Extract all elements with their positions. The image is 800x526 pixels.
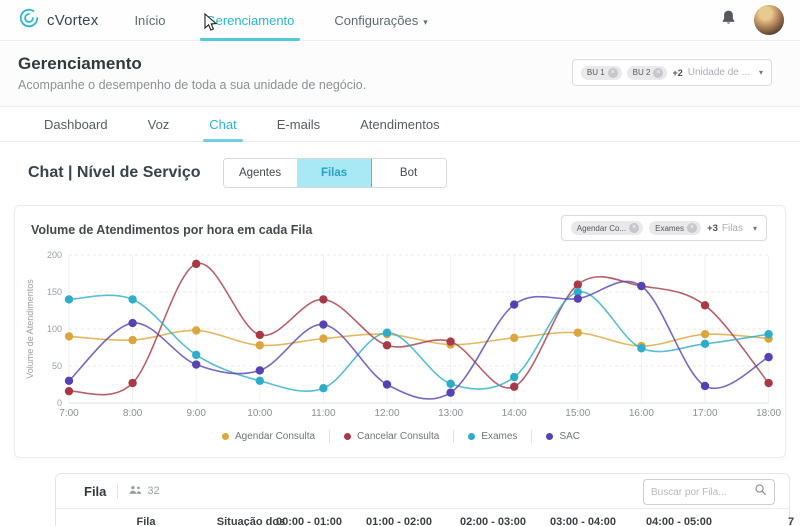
svg-text:14:00: 14:00 — [502, 408, 527, 419]
view-toggle-group: Agentes Filas Bot — [223, 158, 447, 188]
column-header: 02:00 - 03:00 — [460, 516, 526, 526]
tab-voz[interactable]: Voz — [132, 109, 186, 141]
tab-dashboard[interactable]: Dashboard — [28, 109, 124, 141]
brand-name: cVortex — [47, 12, 98, 29]
bu-chip: BU 2 × — [627, 66, 668, 80]
legend-item[interactable]: Exames — [454, 431, 531, 442]
chevron-down-icon: ▾ — [759, 68, 763, 77]
nav-item-gerenciamento[interactable]: Gerenciamento — [204, 1, 297, 40]
legend-item[interactable]: Cancelar Consulta — [330, 431, 453, 442]
chevron-down-icon: ▾ — [423, 17, 428, 27]
column-header: 03:00 - 04:00 — [550, 516, 616, 526]
navbar-right — [721, 5, 784, 35]
svg-text:9:00: 9:00 — [186, 408, 206, 419]
tab-emails[interactable]: E-mails — [261, 109, 336, 141]
svg-text:100: 100 — [47, 324, 62, 334]
page-header: Gerenciamento Acompanhe o desempenho de … — [0, 42, 800, 107]
svg-text:50: 50 — [52, 361, 62, 371]
remove-chip-icon[interactable]: × — [608, 68, 618, 78]
svg-text:13:00: 13:00 — [438, 408, 463, 419]
section-title: Chat | Nível de Serviço — [28, 164, 201, 182]
column-header: Fila — [137, 516, 156, 526]
chart-title: Volume de Atendimentos por hora em cada … — [31, 223, 312, 237]
svg-text:8:00: 8:00 — [123, 408, 143, 419]
bu-more-count: +2 — [672, 68, 682, 78]
column-header: 00:00 - 01:00 — [276, 516, 342, 526]
remove-chip-icon[interactable]: × — [629, 223, 639, 233]
bu-select-label: Unidade de ... — [688, 67, 750, 78]
filter-chip: Agendar Co... × — [571, 221, 643, 235]
bot-button[interactable]: Bot — [372, 159, 446, 187]
business-unit-select[interactable]: BU 1 × BU 2 × +2 Unidade de ... ▾ — [572, 59, 772, 86]
svg-text:11:00: 11:00 — [311, 408, 336, 419]
remove-chip-icon[interactable]: × — [687, 223, 697, 233]
svg-text:17:00: 17:00 — [692, 408, 717, 419]
legend-label: Cancelar Consulta — [357, 431, 439, 442]
filter-suffix: Filas — [722, 223, 743, 234]
svg-text:150: 150 — [47, 287, 62, 297]
tab-atendimentos[interactable]: Atendimentos — [344, 109, 456, 141]
tab-chat[interactable]: Chat — [193, 109, 252, 141]
column-header: Situação dos — [217, 516, 285, 526]
svg-text:7:00: 7:00 — [59, 408, 79, 419]
cvortex-logo-icon — [18, 7, 40, 34]
svg-text:10:00: 10:00 — [247, 408, 272, 419]
column-header: 04:00 - 05:00 — [646, 516, 712, 526]
svg-text:200: 200 — [47, 250, 62, 260]
divider — [117, 483, 118, 499]
filas-button[interactable]: Filas — [298, 159, 372, 187]
active-nav-underline — [200, 38, 301, 41]
legend-dot-icon — [344, 433, 351, 440]
chevron-down-icon: ▾ — [753, 224, 757, 233]
search-input[interactable] — [651, 487, 754, 498]
svg-text:12:00: 12:00 — [374, 408, 399, 419]
legend-dot-icon — [546, 433, 553, 440]
brand[interactable]: cVortex — [18, 7, 98, 34]
notification-bell-icon[interactable] — [721, 9, 736, 31]
chart-legend: Agendar Consulta Cancelar Consulta Exames S… — [15, 430, 787, 443]
nav-item-configuracoes[interactable]: Configurações▾ — [332, 1, 429, 40]
table-card-header: Fila 32 — [56, 474, 789, 509]
svg-text:18:00: 18:00 — [756, 408, 781, 419]
nav-links: Início Gerenciamento Configurações▾ — [132, 1, 429, 40]
line-chart: 7:00 8:00 9:00 10:00 11:00 12:00 13:00 14:00 15:… — [21, 244, 781, 422]
fila-filter-select[interactable]: Agendar Co... × Exames × +3 Filas ▾ — [561, 215, 767, 241]
search-box — [643, 479, 775, 505]
fila-count: 32 — [129, 485, 159, 498]
agentes-button[interactable]: Agentes — [224, 159, 298, 187]
gerenciamento-dashboard-page: { "icons": { "caret": "▾", "close": "×" … — [0, 0, 800, 526]
user-avatar[interactable] — [754, 5, 784, 35]
bu-chip: BU 1 × — [581, 66, 622, 80]
dashboard-tabs: Dashboard Voz Chat E-mails Atendimentos — [0, 108, 800, 142]
chat-service-level-section: Chat | Nível de Serviço Agentes Filas Bo… — [28, 158, 447, 188]
legend-dot-icon — [468, 433, 475, 440]
active-tab-underline — [203, 139, 242, 142]
filter-chip: Exames × — [649, 221, 701, 235]
remove-chip-icon[interactable]: × — [653, 68, 663, 78]
volume-chart-card: Volume de Atendimentos por hora em cada … — [14, 205, 786, 458]
svg-text:15:00: 15:00 — [565, 408, 590, 419]
fila-table-card: Fila 32 FilaSituação do — [55, 473, 790, 526]
nav-item-inicio[interactable]: Início — [132, 1, 167, 40]
search-icon[interactable] — [754, 483, 767, 501]
table-title: Fila — [84, 484, 106, 499]
filter-more-count: +3 — [707, 223, 718, 234]
legend-dot-icon — [222, 433, 229, 440]
legend-label: Exames — [481, 431, 517, 442]
legend-item[interactable]: Agendar Consulta — [208, 431, 329, 442]
svg-text:16:00: 16:00 — [629, 408, 654, 419]
legend-label: Agendar Consulta — [235, 431, 315, 442]
legend-label: SAC — [559, 431, 580, 442]
svg-text:0: 0 — [57, 398, 62, 408]
people-icon — [129, 485, 142, 498]
svg-text:Volume de Atendimentos: Volume de Atendimentos — [25, 279, 35, 379]
top-navbar: cVortex Início Gerenciamento Configuraçõ… — [0, 0, 800, 41]
column-header: 7 — [788, 516, 794, 526]
column-header: 01:00 - 02:00 — [366, 516, 432, 526]
legend-item[interactable]: SAC — [532, 431, 594, 442]
